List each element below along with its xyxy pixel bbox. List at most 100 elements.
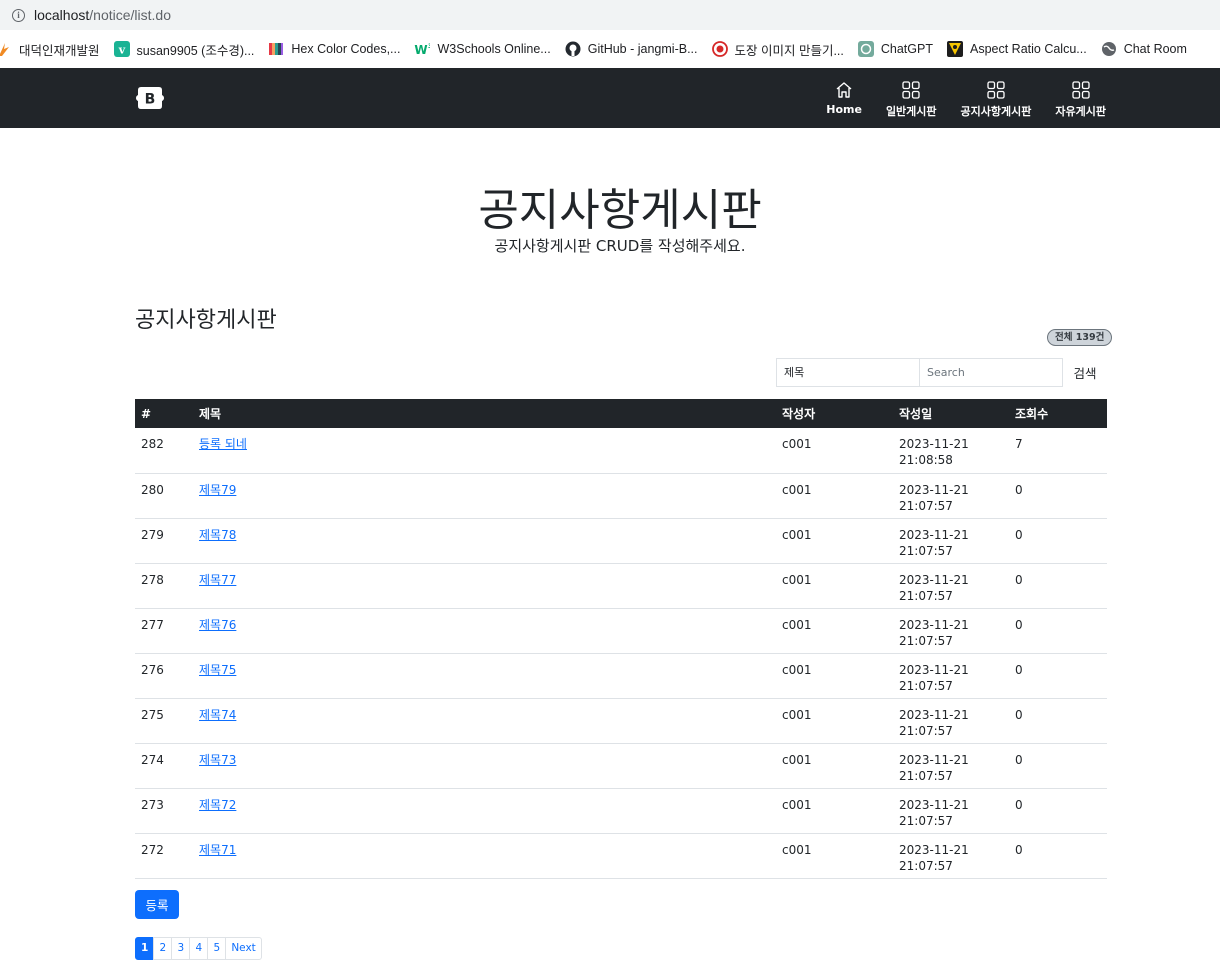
brand-logo-icon[interactable]: B [136, 86, 164, 110]
cell-views: 0 [1009, 788, 1107, 834]
cell-writer: c001 [776, 653, 893, 699]
bookmark-label: W3Schools Online... [437, 42, 551, 56]
bookmark-label: ChatGPT [880, 42, 933, 56]
time-text: 21:07:57 [899, 543, 953, 558]
date-text: 2023-11-21 [899, 437, 969, 451]
cell-views: 7 [1009, 428, 1107, 474]
bookmark-label: GitHub - jangmi-B... [587, 42, 698, 56]
cell-date: 2023-11-21 21:07:57 [893, 833, 1009, 879]
address-bar[interactable]: i localhost/notice/list.do [0, 0, 1220, 30]
cell-no: 275 [135, 698, 193, 744]
table-row: 282 등록 되네 c001 2023-11-21 21:08:58 7 [135, 428, 1107, 474]
page-1-link[interactable]: 1 [135, 937, 155, 960]
date-text: 2023-11-21 [899, 842, 969, 857]
aspect-icon [946, 41, 963, 57]
cell-title: 등록 되네 [193, 428, 776, 474]
cell-no: 280 [135, 473, 193, 519]
nav-item-home[interactable]: Home [826, 80, 862, 119]
cell-date: 2023-11-21 21:07:57 [893, 473, 1009, 519]
url-text[interactable]: localhost/notice/list.do [34, 7, 171, 23]
flame-icon [0, 41, 12, 57]
bookmark-label: Hex Color Codes,... [291, 42, 401, 56]
chatgpt-icon [857, 41, 874, 57]
date-text: 2023-11-21 [899, 482, 969, 497]
cell-title: 제목73 [193, 743, 776, 789]
nav-item-notice-board[interactable]: 공지사항게시판 [961, 80, 1031, 119]
column-header-title: 제목 [193, 399, 776, 428]
date-text: 2023-11-21 [899, 572, 969, 587]
page-2-link[interactable]: 2 [153, 937, 173, 960]
post-title-link[interactable]: 제목78 [199, 528, 236, 542]
search-button[interactable]: 검색 [1066, 358, 1104, 387]
grid-icon [901, 80, 921, 100]
page-3-link[interactable]: 3 [171, 937, 191, 960]
post-title-link[interactable]: 제목73 [199, 753, 236, 767]
bookmark-item[interactable]: Hex Color Codes,... [268, 41, 400, 57]
page-4-link[interactable]: 4 [189, 937, 209, 960]
cell-title: 제목74 [193, 698, 776, 744]
cell-date: 2023-11-21 21:07:57 [893, 698, 1009, 744]
svg-text:v: v [117, 44, 125, 57]
post-title-link[interactable]: 제목75 [199, 663, 236, 677]
stamp-icon [711, 41, 728, 57]
cell-writer: c001 [776, 473, 893, 519]
bookmark-item[interactable]: Aspect Ratio Calcu... [946, 41, 1087, 57]
github-icon [565, 41, 581, 57]
top-navbar: B Home 일반게시판 공지사항게시판 자유게시판 [0, 68, 1220, 128]
cell-no: 274 [135, 743, 193, 789]
time-text: 21:07:57 [899, 768, 953, 783]
post-title-link[interactable]: 등록 되네 [199, 437, 247, 451]
v-logo-icon: v [113, 41, 130, 57]
register-button[interactable]: 등록 [135, 890, 179, 919]
table-row: 279 제목78 c001 2023-11-21 21:07:57 0 [135, 518, 1107, 564]
cell-title: 제목76 [193, 608, 776, 654]
pagination: 1 2 3 4 5 Next [135, 937, 262, 960]
svg-text:B: B [145, 92, 156, 108]
cell-writer: c001 [776, 698, 893, 744]
nav-item-general-board[interactable]: 일반게시판 [886, 80, 937, 119]
search-type-select[interactable]: 제목 [776, 358, 920, 387]
next-page-link[interactable]: Next [225, 937, 262, 960]
color-bars-icon [268, 41, 284, 57]
date-text: 2023-11-21 [899, 617, 969, 632]
cell-views: 0 [1009, 518, 1107, 564]
info-icon[interactable]: i [12, 8, 25, 22]
time-text: 21:07:57 [899, 633, 953, 648]
page-5-link[interactable]: 5 [207, 937, 227, 960]
page-subtitle: 공지사항게시판 CRUD를 작성해주세요. [494, 237, 746, 255]
nav-menu: Home 일반게시판 공지사항게시판 자유게시판 [802, 80, 1106, 119]
time-text: 21:07:57 [899, 813, 953, 828]
bookmark-label: Aspect Ratio Calcu... [969, 42, 1087, 56]
post-title-link[interactable]: 제목71 [199, 843, 236, 857]
cell-views: 0 [1009, 833, 1107, 879]
table-row: 274 제목73 c001 2023-11-21 21:07:57 0 [135, 743, 1107, 789]
post-title-link[interactable]: 제목74 [199, 708, 236, 722]
post-title-link[interactable]: 제목77 [199, 573, 236, 587]
bookmark-item[interactable]: W3 W3Schools Online... [414, 41, 551, 57]
bookmark-item[interactable]: ChatGPT [857, 41, 933, 57]
url-path: /notice/list.do [89, 7, 171, 23]
post-title-link[interactable]: 제목72 [199, 798, 236, 812]
search-input[interactable] [919, 358, 1063, 387]
cell-date: 2023-11-21 21:07:57 [893, 743, 1009, 789]
post-title-link[interactable]: 제목79 [199, 483, 236, 497]
nav-item-free-board[interactable]: 자유게시판 [1055, 80, 1106, 119]
bookmark-item[interactable]: v susan9905 (조수경)... [113, 40, 254, 59]
cell-no: 279 [135, 518, 193, 564]
cell-title: 제목72 [193, 788, 776, 834]
date-text: 2023-11-21 [899, 707, 969, 722]
time-text: 21:07:57 [899, 678, 953, 693]
bookmark-item[interactable]: GitHub - jangmi-B... [565, 41, 698, 57]
table-row: 272 제목71 c001 2023-11-21 21:07:57 0 [135, 833, 1107, 879]
notice-table: # 제목 작성자 작성일 조회수 282 등록 되네 c001 2023-11-21 2… [135, 399, 1107, 879]
bookmark-item[interactable]: 도장 이미지 만들기... [711, 40, 844, 59]
cell-no: 273 [135, 788, 193, 834]
board-title: 공지사항게시판 [135, 308, 277, 333]
cell-no: 278 [135, 563, 193, 609]
cell-date: 2023-11-21 21:07:57 [893, 653, 1009, 699]
post-title-link[interactable]: 제목76 [199, 618, 236, 632]
svg-text:3: 3 [428, 43, 430, 50]
bookmark-item[interactable]: Chat Room [1101, 41, 1187, 57]
date-text: 2023-11-21 [899, 797, 969, 812]
bookmark-item[interactable]: 대덕인재개발원 [0, 40, 100, 59]
